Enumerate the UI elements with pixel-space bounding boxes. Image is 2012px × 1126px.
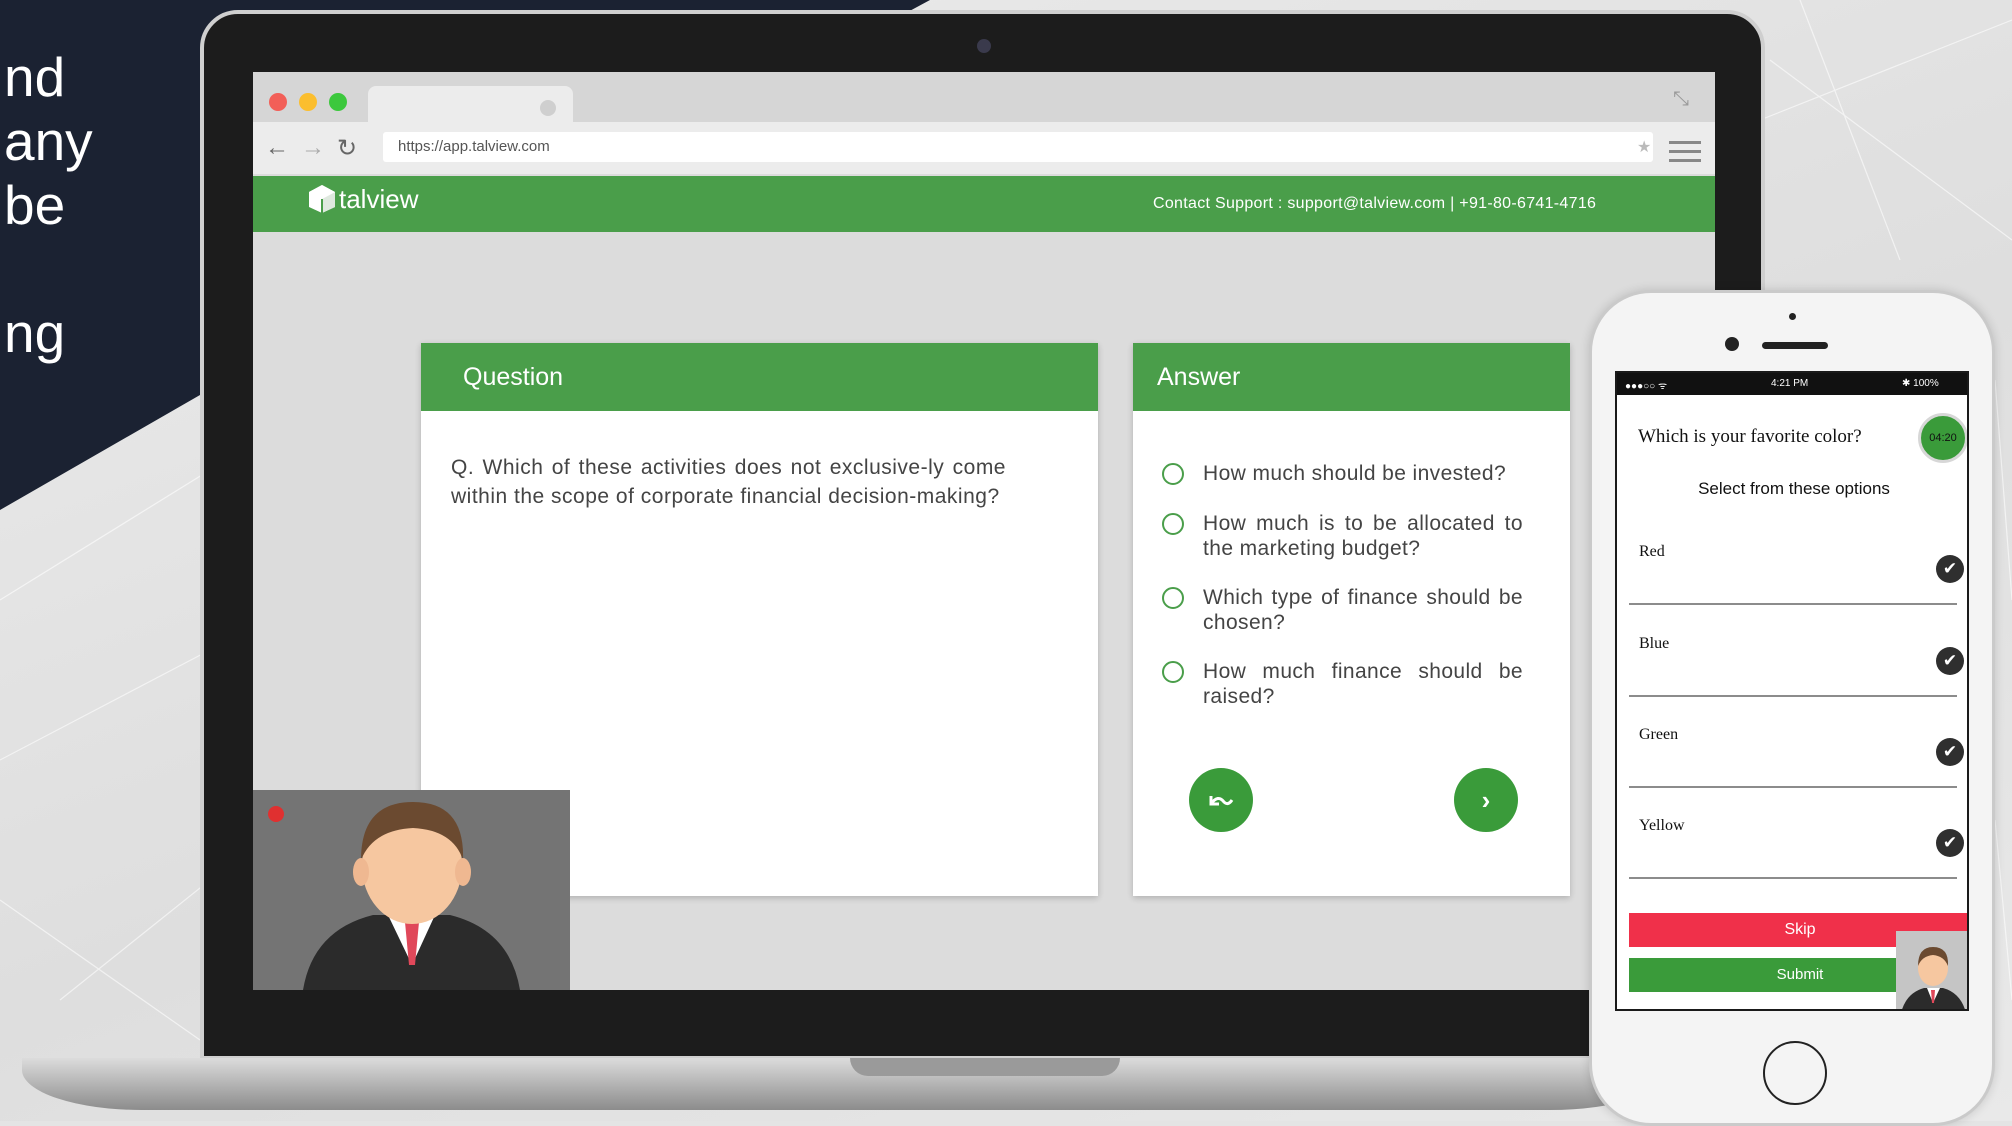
close-window-icon[interactable] (269, 93, 287, 111)
checkmark-icon[interactable]: ✔ (1936, 829, 1964, 857)
contact-support: Contact Support : support@talview.com | … (1153, 195, 1597, 212)
phone-device: ●●●○○ ᯤ 4:21 PM ✱ 100% Which is your fav… (1589, 290, 1995, 1126)
phone-question: Which is your favorite color? (1638, 426, 1862, 447)
answer-option-label: Which type of finance should be chosen? (1203, 586, 1523, 634)
phone-option-label: Red (1639, 543, 1665, 560)
radio-button[interactable] (1162, 463, 1184, 485)
hamburger-menu-icon[interactable] (1669, 141, 1701, 168)
phone-sensor (1789, 313, 1796, 320)
radio-button[interactable] (1162, 513, 1184, 535)
phone-option[interactable]: Red ✔ (1629, 543, 1964, 605)
hero-line: nd (4, 46, 66, 108)
candidate-avatar (1902, 947, 1965, 1009)
app-header: talview Contact Support : support@talvie… (253, 176, 1715, 232)
status-bar: ●●●○○ ᯤ 4:21 PM ✱ 100% (1617, 373, 1967, 395)
status-time: 4:21 PM (1771, 378, 1809, 389)
undo-button[interactable] (1189, 768, 1253, 832)
phone-option[interactable]: Green ✔ (1629, 726, 1964, 788)
phone-option[interactable]: Yellow ✔ (1629, 817, 1964, 879)
hero-line: any (4, 110, 93, 172)
laptop-camera-icon (977, 39, 991, 53)
phone-option-label: Green (1639, 726, 1679, 743)
hero-line: ng (4, 302, 66, 364)
cube-logo-icon (309, 185, 335, 213)
reload-icon[interactable]: ↻ (337, 134, 357, 163)
minimize-window-icon[interactable] (299, 93, 317, 111)
phone-screen: ●●●○○ ᯤ 4:21 PM ✱ 100% Which is your fav… (1615, 371, 1969, 1011)
address-bar[interactable]: https://app.talview.com (383, 132, 1653, 162)
laptop-notch (850, 1058, 1120, 1076)
new-tab-icon[interactable] (540, 100, 556, 116)
browser-tabstrip: ⤡ (253, 72, 1715, 122)
laptop-base (22, 1058, 1670, 1110)
phone-subtitle: Select from these options (1698, 479, 1890, 498)
phone-option-label: Yellow (1639, 817, 1685, 834)
maximize-window-icon[interactable] (329, 93, 347, 111)
phone-option-label: Blue (1639, 635, 1670, 652)
next-button[interactable]: › (1454, 768, 1518, 832)
bookmark-star-icon[interactable]: ★ (1637, 137, 1651, 157)
radio-button[interactable] (1162, 587, 1184, 609)
question-text: Q. Which of these activities does not ex… (451, 456, 1006, 508)
radio-button[interactable] (1162, 661, 1184, 683)
laptop-screen: ⤡ ← → ↻ https://app.talview.com ★ talvie… (253, 72, 1715, 990)
question-card-title: Question (421, 343, 1098, 411)
forward-arrow-icon[interactable]: → (301, 134, 325, 162)
checkmark-icon[interactable]: ✔ (1936, 647, 1964, 675)
candidate-avatar (303, 802, 520, 990)
phone-webcam-preview (1896, 931, 1967, 1009)
checkmark-icon[interactable]: ✔ (1936, 555, 1964, 583)
answer-option-label: How much should be invested? (1203, 462, 1507, 485)
chevron-right-icon: › (1481, 785, 1491, 815)
webcam-preview (253, 790, 570, 990)
back-arrow-icon[interactable]: ← (265, 134, 289, 162)
browser-nav-bar: ← → ↻ https://app.talview.com ★ (253, 122, 1715, 174)
hero-line: be (4, 174, 66, 236)
talview-logo[interactable]: talview (308, 184, 418, 215)
signal-status: ●●●○○ ᯤ (1625, 381, 1668, 392)
home-button[interactable] (1763, 1041, 1827, 1105)
brand-name: talview (339, 184, 419, 214)
phone-option[interactable]: Blue ✔ (1629, 635, 1964, 697)
answer-option-label: How much is to be allocated to the marke… (1203, 512, 1523, 560)
answer-card-title: Answer (1133, 343, 1570, 411)
hero-line (4, 237, 93, 301)
battery-status: ✱ 100% (1902, 378, 1939, 389)
hero-text: nd any be ng (4, 45, 93, 365)
fullscreen-icon[interactable]: ⤡ (1673, 88, 1697, 112)
answer-option-label: How much finance should be raised? (1203, 660, 1523, 708)
front-camera-icon (1725, 337, 1739, 351)
answer-card: Answer How much should be invested? How … (1133, 343, 1570, 896)
checkmark-icon[interactable]: ✔ (1936, 738, 1964, 766)
phone-speaker (1762, 342, 1828, 349)
timer-badge: 04:20 (1918, 413, 1967, 463)
undo-icon (1209, 796, 1234, 806)
